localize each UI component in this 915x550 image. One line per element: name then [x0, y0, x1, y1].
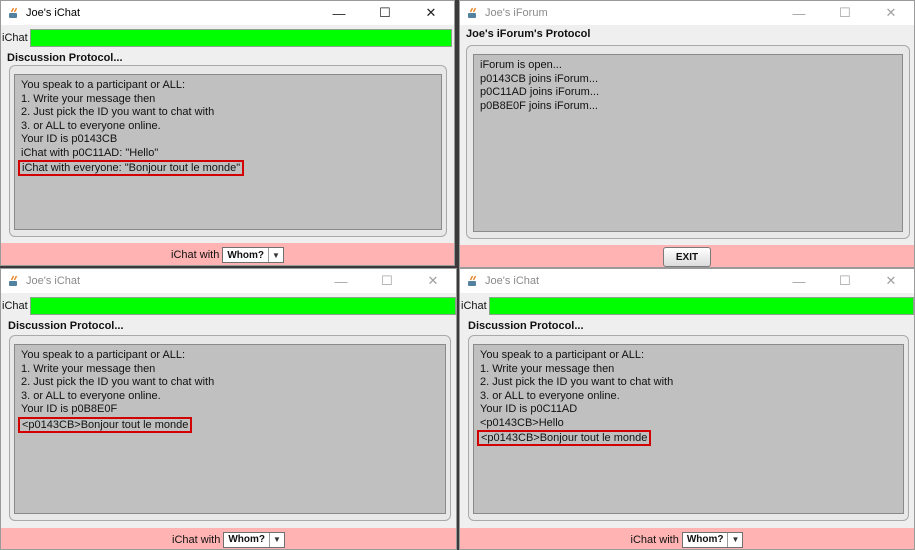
window-title: Joe's iChat [485, 275, 540, 287]
maximize-button[interactable]: ☐ [362, 1, 408, 25]
section-title: Joe's iForum's Protocol [466, 28, 591, 40]
java-app-icon [466, 7, 479, 20]
chevron-down-icon[interactable]: ▼ [267, 248, 283, 262]
chat-message-input[interactable] [488, 297, 914, 315]
protocol-line: Your ID is p0B8E0F [21, 403, 118, 415]
maximize-button[interactable]: ☐ [822, 269, 868, 293]
section-title: Discussion Protocol... [468, 320, 584, 332]
java-app-icon [7, 275, 20, 288]
close-button[interactable]: ✕ [410, 269, 456, 293]
title-bar[interactable]: Joe's iChat — ☐ ✕ [1, 269, 456, 293]
protocol-line: 1. Write your message then [21, 92, 156, 105]
protocol-line: <p0143CB>Hello [480, 416, 564, 429]
highlighted-message: iChat with everyone: "Bonjour tout le mo… [18, 160, 245, 176]
window-title: Joe's iForum [485, 7, 548, 19]
chat-footer: iChat with Whom? ▼ [1, 243, 454, 265]
recipient-select-value: Whom? [227, 249, 264, 261]
window-title: Joe's iChat [26, 7, 81, 19]
chat-input-label: iChat [2, 300, 28, 312]
chat-input-label: iChat [2, 32, 28, 44]
minimize-button[interactable]: — [776, 269, 822, 293]
ichat-window-1: Joe's iChat — ☐ ✕ iChat Discussion Proto… [0, 0, 455, 266]
chat-input-label: iChat [461, 300, 487, 312]
protocol-line: 2. Just pick the ID you want to chat wit… [480, 376, 674, 388]
recipient-select[interactable]: Whom? ▼ [222, 247, 284, 263]
title-bar[interactable]: Joe's iChat — ☐ ✕ [460, 269, 914, 293]
forum-textarea[interactable]: iForum is open... p0143CB joins iForum..… [473, 54, 903, 232]
highlighted-message: <p0143CB>Bonjour tout le monde [477, 430, 652, 446]
exit-button[interactable]: EXIT [662, 247, 712, 267]
chevron-down-icon[interactable]: ▼ [268, 532, 284, 547]
chat-message-input[interactable] [29, 297, 456, 315]
maximize-button[interactable]: ☐ [364, 269, 410, 293]
minimize-button[interactable]: — [776, 1, 822, 25]
close-button[interactable]: ✕ [868, 1, 914, 25]
protocol-textarea[interactable]: You speak to a participant or ALL: 1. Wr… [14, 344, 446, 514]
protocol-textarea[interactable]: You speak to a participant or ALL: 1. Wr… [473, 344, 904, 514]
highlighted-message: <p0143CB>Bonjour tout le monde [18, 416, 193, 433]
protocol-line: 1. Write your message then [480, 362, 615, 375]
chat-input-row: iChat [460, 296, 914, 316]
forum-panel: iForum is open... p0143CB joins iForum..… [466, 45, 910, 239]
recipient-select[interactable]: Whom? ▼ [223, 531, 285, 548]
minimize-button[interactable]: — [316, 1, 362, 25]
chat-input-row: iChat [1, 296, 456, 316]
section-title: Discussion Protocol... [8, 320, 124, 332]
ichat-window-3: Joe's iChat — ☐ ✕ iChat Discussion Proto… [459, 268, 915, 550]
window-title: Joe's iChat [26, 275, 81, 287]
protocol-line: 2. Just pick the ID you want to chat wit… [21, 376, 215, 388]
section-title: Discussion Protocol... [7, 52, 123, 64]
protocol-line: 2. Just pick the ID you want to chat wit… [21, 106, 215, 118]
ichat-with-label: iChat with [171, 249, 220, 261]
forum-line: p0143CB joins iForum... [480, 72, 598, 85]
protocol-line: 3. or ALL to everyone online. [21, 389, 161, 402]
protocol-textarea[interactable]: You speak to a participant or ALL: 1. Wr… [14, 74, 442, 230]
protocol-line: 3. or ALL to everyone online. [480, 389, 620, 402]
forum-line: iForum is open... [480, 59, 562, 71]
iforum-window: Joe's iForum — ☐ ✕ Joe's iForum's Protoc… [459, 0, 915, 268]
recipient-select-value: Whom? [686, 534, 724, 545]
protocol-panel: You speak to a participant or ALL: 1. Wr… [9, 335, 451, 521]
forum-line: p0C11AD joins iForum... [480, 86, 600, 98]
title-bar[interactable]: Joe's iChat — ☐ ✕ [1, 1, 454, 25]
ichat-window-2: Joe's iChat — ☐ ✕ iChat Discussion Proto… [0, 268, 457, 550]
chat-input-row: iChat [1, 28, 454, 48]
protocol-line: Your ID is p0C11AD [480, 403, 578, 415]
ichat-with-label: iChat with [630, 533, 679, 546]
recipient-select-value: Whom? [228, 534, 265, 545]
title-bar[interactable]: Joe's iForum — ☐ ✕ [460, 1, 914, 25]
forum-line: p0B8E0F joins iForum... [480, 99, 598, 112]
minimize-button[interactable]: — [318, 269, 364, 293]
protocol-line: You speak to a participant or ALL: [21, 349, 186, 361]
protocol-line: 1. Write your message then [21, 362, 156, 375]
protocol-panel: You speak to a participant or ALL: 1. Wr… [9, 65, 447, 237]
recipient-select[interactable]: Whom? ▼ [681, 531, 744, 548]
protocol-line: iChat with p0C11AD: "Hello" [21, 146, 159, 159]
close-button[interactable]: ✕ [408, 1, 454, 25]
chevron-down-icon[interactable]: ▼ [727, 532, 742, 547]
java-app-icon [7, 7, 20, 20]
chat-footer: iChat with Whom? ▼ [1, 528, 456, 549]
forum-footer: EXIT [460, 245, 914, 267]
chat-message-input[interactable] [29, 29, 452, 47]
protocol-panel: You speak to a participant or ALL: 1. Wr… [468, 335, 909, 521]
protocol-line: Your ID is p0143CB [21, 133, 118, 145]
chat-footer: iChat with Whom? ▼ [460, 528, 914, 549]
ichat-with-label: iChat with [172, 533, 221, 546]
protocol-line: 3. or ALL to everyone online. [21, 119, 161, 132]
close-button[interactable]: ✕ [868, 269, 914, 293]
maximize-button[interactable]: ☐ [822, 1, 868, 25]
protocol-line: You speak to a participant or ALL: [480, 349, 645, 361]
protocol-line: You speak to a participant or ALL: [21, 79, 186, 91]
java-app-icon [466, 275, 479, 288]
